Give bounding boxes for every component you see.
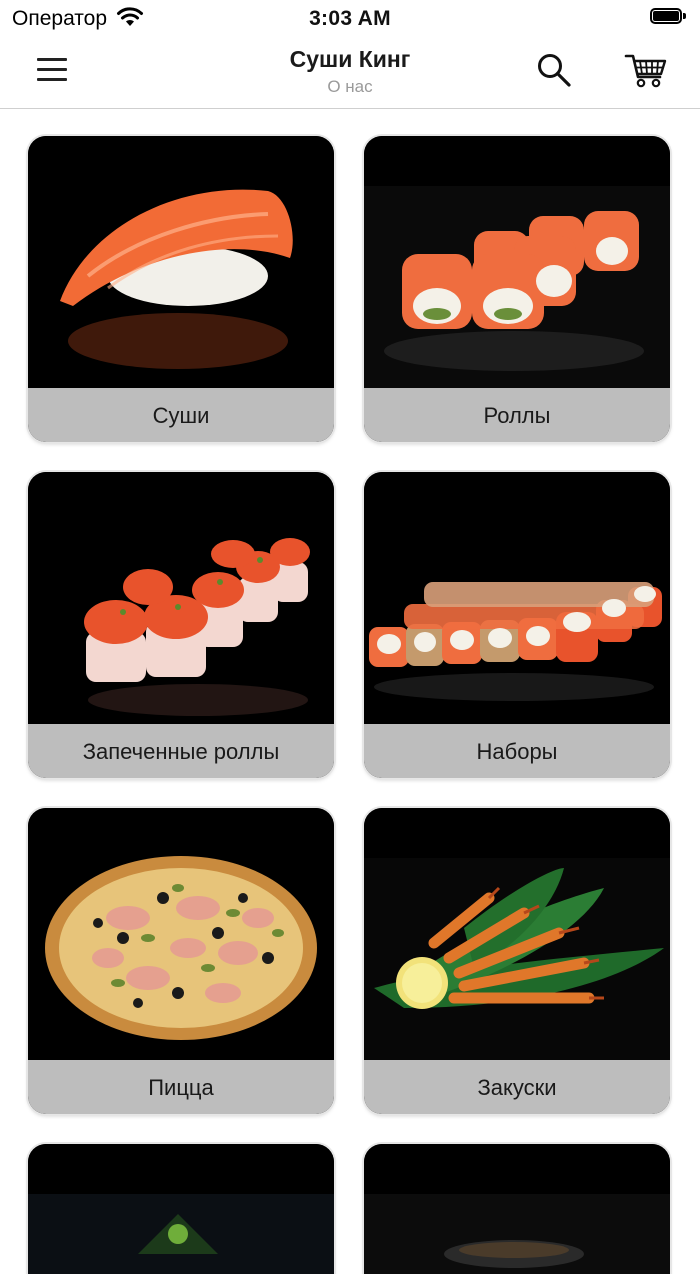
partial-photo-left [28,1144,334,1274]
category-label: Пицца [28,1060,334,1114]
category-card-baked-rolls[interactable]: Запеченные роллы [28,472,334,778]
category-label: Наборы [364,724,670,778]
search-button[interactable] [536,52,572,88]
category-card-partial-right[interactable] [364,1144,670,1274]
category-card-appetizers[interactable]: Закуски [364,808,670,1114]
battery-icon [650,8,688,26]
sushi-photo [28,136,334,388]
navigation-bar: Суши Кинг О нас [0,36,700,109]
category-card-partial-left[interactable] [28,1144,334,1274]
app-title: Суши Кинг [289,46,411,72]
category-card-sushi[interactable]: Суши [28,136,334,442]
category-card-pizza[interactable]: Пицца [28,808,334,1114]
cart-icon [624,54,667,88]
rolls-photo [364,136,670,388]
nav-title-group: Суши Кинг О нас [0,46,700,97]
category-label: Роллы [364,388,670,442]
category-card-rolls[interactable]: Роллы [364,136,670,442]
about-link[interactable]: О нас [327,77,372,97]
category-card-sets[interactable]: Наборы [364,472,670,778]
category-label: Запеченные роллы [28,724,334,778]
appetizers-photo [364,808,670,1060]
status-time: 3:03 AM [309,7,391,30]
baked-rolls-photo [28,472,334,724]
pizza-photo [28,808,334,1060]
category-label: Закуски [364,1060,670,1114]
status-bar: Оператор 3:03 AM [0,0,700,36]
cart-button[interactable] [624,50,668,90]
partial-photo-right [364,1144,670,1274]
sets-photo [364,472,670,724]
category-label: Суши [28,388,334,442]
search-icon [538,54,571,87]
